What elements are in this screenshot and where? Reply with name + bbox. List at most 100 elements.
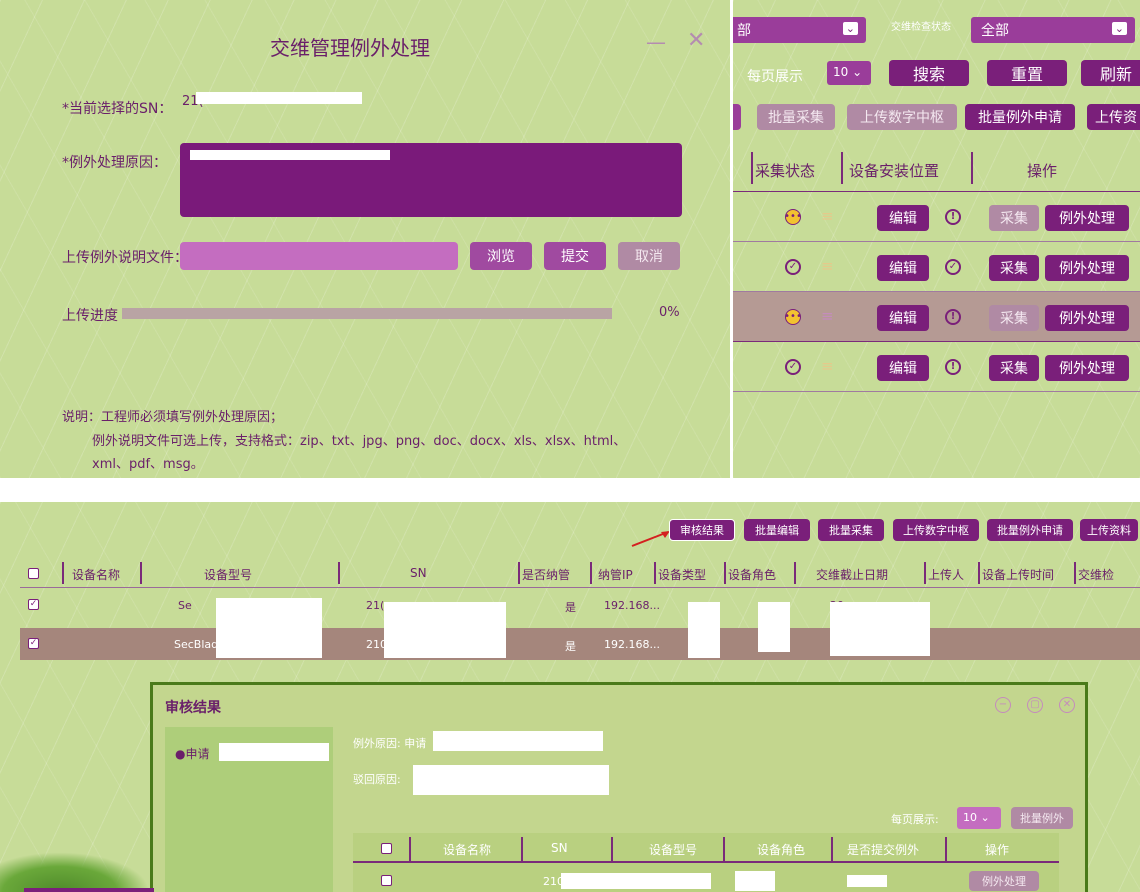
upload-data-button[interactable]: 上传资	[1087, 104, 1140, 130]
chevron-down-icon: ⌄	[977, 811, 990, 824]
table-header: 采集状态 设备安装位置 操作	[733, 142, 1140, 192]
collect-button[interactable]: 采集	[989, 205, 1039, 231]
row-managed: 是	[565, 640, 576, 653]
bottom-screenshot: 审核结果 批量编辑 批量采集 上传数字中枢 批量例外申请 上传资料 设备名称 设…	[0, 502, 1140, 892]
collect-button[interactable]: 采集	[989, 305, 1039, 331]
refresh-button[interactable]: 刷新	[1081, 60, 1140, 86]
edit-button[interactable]: 编辑	[877, 305, 929, 331]
review-sidebar: ●申请	[165, 727, 333, 892]
table-row: ✓ SecBlad 210 是 192.168... 20	[20, 628, 1140, 660]
batch-exception-button[interactable]: 批量例外申请	[965, 104, 1075, 130]
exception-button[interactable]: 例外处理	[1045, 355, 1129, 381]
select-all-checkbox[interactable]	[381, 843, 392, 854]
exception-button[interactable]: 例外处理	[1045, 255, 1129, 281]
review-col-device-name: 设备名称	[443, 843, 492, 857]
review-dialog: 审核结果 − ▢ ✕ ●申请 例外原因: 申请 驳回原因: 每页展示: 10 ⌄…	[150, 682, 1088, 892]
row-device-name: SecBlad	[174, 638, 219, 651]
filter-select-1[interactable]: 部 ⌄	[733, 17, 866, 43]
edit-button[interactable]: 编辑	[877, 355, 929, 381]
maximize-icon[interactable]: ▢	[1027, 697, 1043, 713]
toolbar-edge-button[interactable]	[733, 104, 741, 130]
row-ip: 192.168...	[604, 599, 660, 612]
col-deadline: 交维截止日期	[816, 568, 889, 582]
table-row: ••• ≡ 编辑 ! 采集 例外处理	[733, 192, 1140, 242]
chevron-down-icon: ⌄	[1111, 22, 1127, 35]
per-page-value: 10	[833, 65, 849, 79]
table-row: ✓ ≡ 编辑 ! 采集 例外处理	[733, 342, 1140, 392]
review-result-button[interactable]: 审核结果	[669, 519, 735, 541]
row-checkbox[interactable]	[381, 875, 392, 886]
redaction-review-role	[735, 871, 775, 891]
search-button[interactable]: 搜索	[889, 60, 969, 86]
upload-data-button[interactable]: 上传资料	[1080, 519, 1138, 541]
row-checkbox[interactable]: ✓	[28, 638, 39, 649]
pending-icon: •••	[784, 209, 802, 225]
redaction-role	[758, 602, 790, 652]
table-row: ✓ Se 21( 是 192.168... 20	[20, 590, 1140, 620]
batch-edit-button[interactable]: 批量编辑	[744, 519, 810, 541]
select-all-checkbox[interactable]	[28, 568, 39, 579]
col-device-type: 设备类型	[658, 568, 707, 582]
filter-select-2[interactable]: 全部 ⌄	[971, 17, 1135, 43]
upload-digital-button[interactable]: 上传数字中枢	[847, 104, 957, 130]
sidebar-edge	[24, 888, 154, 892]
edit-button[interactable]: 编辑	[877, 205, 929, 231]
col-install-location: 设备安装位置	[849, 162, 940, 180]
row-checkbox[interactable]: ✓	[28, 599, 39, 610]
browse-button[interactable]: 浏览	[470, 242, 532, 270]
close-icon[interactable]: ✕	[687, 28, 705, 53]
collect-button[interactable]: 采集	[989, 255, 1039, 281]
exception-button[interactable]: 例外处理	[1045, 305, 1129, 331]
note-line-2: 例外说明文件可选上传，支持格式：zip、txt、jpg、png、doc、docx…	[92, 434, 627, 449]
submit-button[interactable]: 提交	[544, 242, 606, 270]
chevron-down-icon: ⌄	[842, 22, 858, 35]
cancel-button[interactable]: 取消	[618, 242, 680, 270]
reset-button[interactable]: 重置	[987, 60, 1067, 86]
minimize-icon[interactable]: −	[995, 697, 1011, 713]
review-batch-exception-button[interactable]: 批量例外	[1011, 807, 1073, 829]
review-per-page-label: 每页展示:	[891, 813, 939, 826]
batch-collect-button[interactable]: 批量采集	[757, 104, 835, 130]
list-icon: ≡	[821, 257, 834, 275]
alert-icon: !	[945, 359, 961, 375]
collect-button[interactable]: 采集	[989, 355, 1039, 381]
note-line-1: 说明：工程师必须填写例外处理原因；	[62, 410, 284, 425]
col-managed: 是否纳管	[522, 568, 571, 582]
review-exception-button[interactable]: 例外处理	[969, 871, 1039, 891]
col-check: 交维检	[1078, 568, 1115, 582]
col-uploader: 上传人	[928, 568, 965, 582]
review-table-header: 设备名称 SN 设备型号 设备角色 是否提交例外 操作	[353, 833, 1059, 863]
alert-icon: !	[945, 209, 961, 225]
filter-select-1-value: 部	[737, 23, 751, 39]
col-sn: SN	[410, 566, 427, 580]
list-icon: ≡	[821, 357, 834, 375]
upload-digital-button[interactable]: 上传数字中枢	[893, 519, 979, 541]
main-table-header: 设备名称 设备型号 SN 是否纳管 纳管IP 设备类型 设备角色 交维截止日期 …	[20, 558, 1140, 588]
batch-exception-button[interactable]: 批量例外申请	[987, 519, 1073, 541]
progress-text: 0%	[659, 305, 680, 320]
per-page-select[interactable]: 10 ⌄	[827, 61, 871, 85]
redaction-reason	[433, 731, 603, 751]
progress-bar	[122, 308, 612, 319]
col-upload-time: 设备上传时间	[982, 568, 1055, 582]
sn-redaction	[196, 92, 362, 104]
row-model: Se	[178, 599, 192, 612]
review-table: 设备名称 SN 设备型号 设备角色 是否提交例外 操作 210 例外处理	[353, 833, 1059, 892]
close-icon[interactable]: ✕	[1059, 697, 1075, 713]
decorative-bush	[0, 852, 150, 892]
check-icon: ✓	[945, 259, 961, 275]
upload-file-input[interactable]	[180, 242, 458, 270]
batch-collect-button[interactable]: 批量采集	[818, 519, 884, 541]
exception-button[interactable]: 例外处理	[1045, 205, 1129, 231]
minimize-icon[interactable]: —	[646, 30, 666, 54]
redaction-sn	[384, 602, 506, 658]
col-operation: 操作	[1027, 162, 1058, 180]
redaction-date	[830, 602, 930, 656]
col-managed-ip: 纳管IP	[598, 568, 633, 582]
device-list-panel: 部 ⌄ 交维检查状态 全部 ⌄ 每页展示 10 ⌄ 搜索 重置 刷新 批量采集 …	[733, 0, 1140, 478]
edit-button[interactable]: 编辑	[877, 255, 929, 281]
row-managed: 是	[565, 601, 576, 614]
list-item[interactable]: ●申请	[175, 745, 209, 762]
exception-dialog: 交维管理例外处理 — ✕ *当前选择的SN： 21( *例外处理原因： 上传例外…	[0, 0, 730, 478]
review-per-page-select[interactable]: 10 ⌄	[957, 807, 1001, 829]
